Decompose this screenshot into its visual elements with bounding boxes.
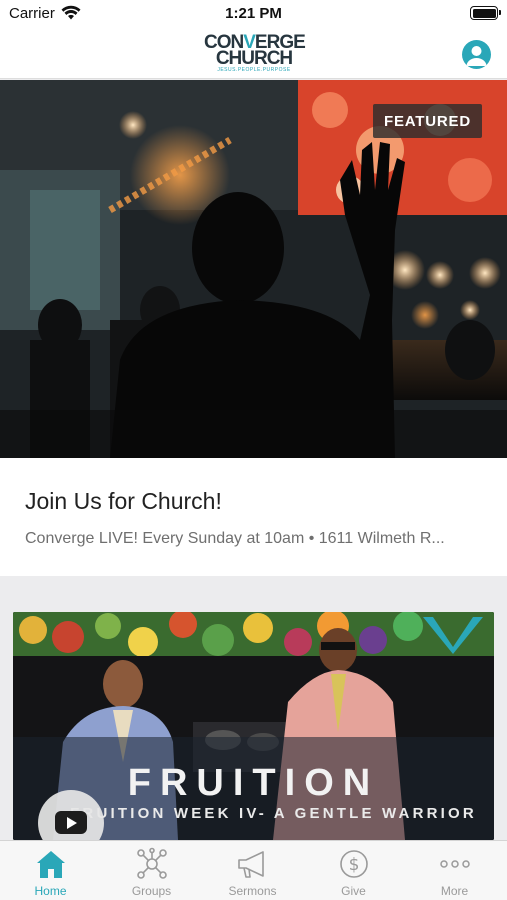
home-icon bbox=[37, 851, 65, 878]
tab-groups[interactable]: Groups bbox=[101, 841, 202, 900]
tab-home[interactable]: Home bbox=[0, 841, 101, 900]
church-logo[interactable]: CONVERGE CHURCH JESUS.PEOPLE.PURPOSE bbox=[204, 32, 306, 74]
tab-more[interactable]: More bbox=[404, 841, 505, 900]
tab-give[interactable]: $ Give bbox=[303, 841, 404, 900]
featured-card[interactable]: FEATURED Join Us for Church! Converge LI… bbox=[0, 80, 507, 576]
featured-badge: FEATURED bbox=[373, 104, 482, 138]
tab-give-label: Give bbox=[341, 884, 366, 898]
clock: 1:21 PM bbox=[225, 5, 282, 22]
featured-title: Join Us for Church! bbox=[25, 488, 222, 514]
network-icon bbox=[137, 847, 167, 879]
tab-bar: Home Groups Sermons $ Give More bbox=[0, 840, 507, 900]
tab-more-label: More bbox=[440, 884, 469, 898]
person-icon bbox=[466, 46, 487, 66]
ellipsis-icon bbox=[440, 860, 470, 868]
tab-groups-label: Groups bbox=[131, 884, 172, 898]
status-bar: Carrier 1:21 PM bbox=[0, 0, 507, 28]
battery-icon bbox=[470, 6, 501, 20]
tab-sermons-label: Sermons bbox=[228, 884, 277, 898]
dollar-icon: $ bbox=[340, 850, 368, 878]
featured-image: FEATURED bbox=[0, 80, 507, 458]
profile-button[interactable] bbox=[462, 40, 491, 69]
tab-home-label: Home bbox=[34, 884, 67, 898]
featured-subtitle: Converge LIVE! Every Sunday at 10am • 16… bbox=[25, 530, 445, 547]
megaphone-icon bbox=[238, 851, 264, 878]
svg-text:$: $ bbox=[349, 855, 360, 875]
app-header: CONVERGE CHURCH JESUS.PEOPLE.PURPOSE bbox=[0, 28, 507, 79]
youtube-play-icon bbox=[55, 811, 87, 834]
tab-sermons[interactable]: Sermons bbox=[202, 841, 303, 900]
logo-tagline: JESUS.PEOPLE.PURPOSE bbox=[217, 67, 291, 73]
logo-line-1: CONVERGE bbox=[204, 32, 306, 53]
